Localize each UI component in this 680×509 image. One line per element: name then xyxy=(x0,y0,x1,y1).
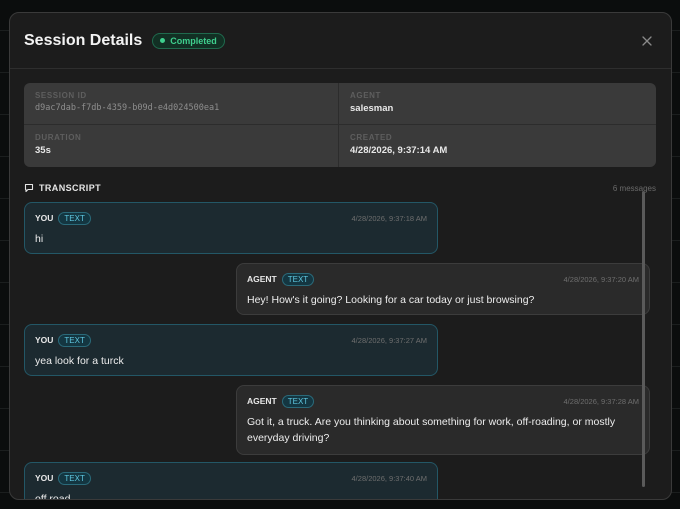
message-type-badge: TEXT xyxy=(58,333,91,347)
agent-cell: AGENT salesman xyxy=(339,83,656,125)
transcript-title: TRANSCRIPT xyxy=(39,183,101,193)
message-agent: AGENT TEXT 4/28/2026, 9:37:28 AM Got it,… xyxy=(236,385,650,455)
status-badge: Completed xyxy=(152,32,225,49)
session-info-grid: SESSION ID d9ac7dab-f7db-4359-b09d-e4d02… xyxy=(24,83,656,167)
message-user: YOU TEXT 4/28/2026, 9:37:27 AM yea look … xyxy=(24,324,438,376)
message-agent: AGENT TEXT 4/28/2026, 9:37:20 AM Hey! Ho… xyxy=(236,263,650,315)
message-count: 6 messages xyxy=(612,183,656,193)
agent-value: salesman xyxy=(350,103,394,114)
close-icon xyxy=(642,35,652,46)
session-id-value: d9ac7dab-f7db-4359-b09d-e4d024500ea1 xyxy=(35,103,220,113)
created-value: 4/28/2026, 9:37:14 AM xyxy=(350,145,448,156)
duration-cell: DURATION 35s xyxy=(24,125,339,167)
message-text: Got it, a truck. Are you thinking about … xyxy=(247,416,616,444)
duration-label: DURATION xyxy=(35,133,82,142)
created-cell: CREATED 4/28/2026, 9:37:14 AM xyxy=(339,125,656,167)
modal-title: Session Details xyxy=(24,31,143,49)
message-role: YOU xyxy=(35,335,54,345)
message-role: AGENT xyxy=(247,274,277,284)
transcript-header: TRANSCRIPT 6 messages xyxy=(24,182,656,194)
modal-header: Session Details Completed xyxy=(10,13,671,69)
session-id-label: SESSION ID xyxy=(35,91,87,100)
chat-bubble-icon xyxy=(24,183,34,193)
status-label: Completed xyxy=(170,35,217,46)
message-time: 4/28/2026, 9:37:28 AM xyxy=(563,396,639,406)
message-time: 4/28/2026, 9:37:20 AM xyxy=(563,274,639,284)
message-text: off road xyxy=(35,493,71,500)
agent-label: AGENT xyxy=(350,91,381,100)
message-role: YOU xyxy=(35,473,54,483)
message-time: 4/28/2026, 9:37:40 AM xyxy=(351,473,427,483)
message-text: hi xyxy=(35,233,44,245)
message-role: YOU xyxy=(35,213,54,223)
message-type-badge: TEXT xyxy=(281,272,315,286)
message-user: YOU TEXT 4/28/2026, 9:37:40 AM off road xyxy=(24,462,438,500)
message-text: yea look for a turck xyxy=(35,355,124,367)
message-user: YOU TEXT 4/28/2026, 9:37:18 AM hi xyxy=(24,202,438,254)
close-button[interactable] xyxy=(637,31,657,51)
duration-value: 35s xyxy=(35,145,51,156)
message-text: Hey! How's it going? Looking for a car t… xyxy=(247,294,535,306)
message-list[interactable]: YOU TEXT 4/28/2026, 9:37:18 AM hi AGENT … xyxy=(24,202,650,500)
message-role: AGENT xyxy=(247,396,277,406)
message-time: 4/28/2026, 9:37:27 AM xyxy=(351,335,427,345)
status-dot-icon xyxy=(160,38,166,43)
message-type-badge: TEXT xyxy=(281,394,315,408)
message-type-badge: TEXT xyxy=(58,471,91,485)
session-id-cell: SESSION ID d9ac7dab-f7db-4359-b09d-e4d02… xyxy=(24,83,339,125)
scrollbar-thumb[interactable] xyxy=(642,191,645,487)
created-label: CREATED xyxy=(350,133,393,142)
message-type-badge: TEXT xyxy=(58,211,91,225)
session-details-modal: Session Details Completed SESSION ID d9a… xyxy=(9,12,672,500)
message-time: 4/28/2026, 9:37:18 AM xyxy=(351,213,427,223)
